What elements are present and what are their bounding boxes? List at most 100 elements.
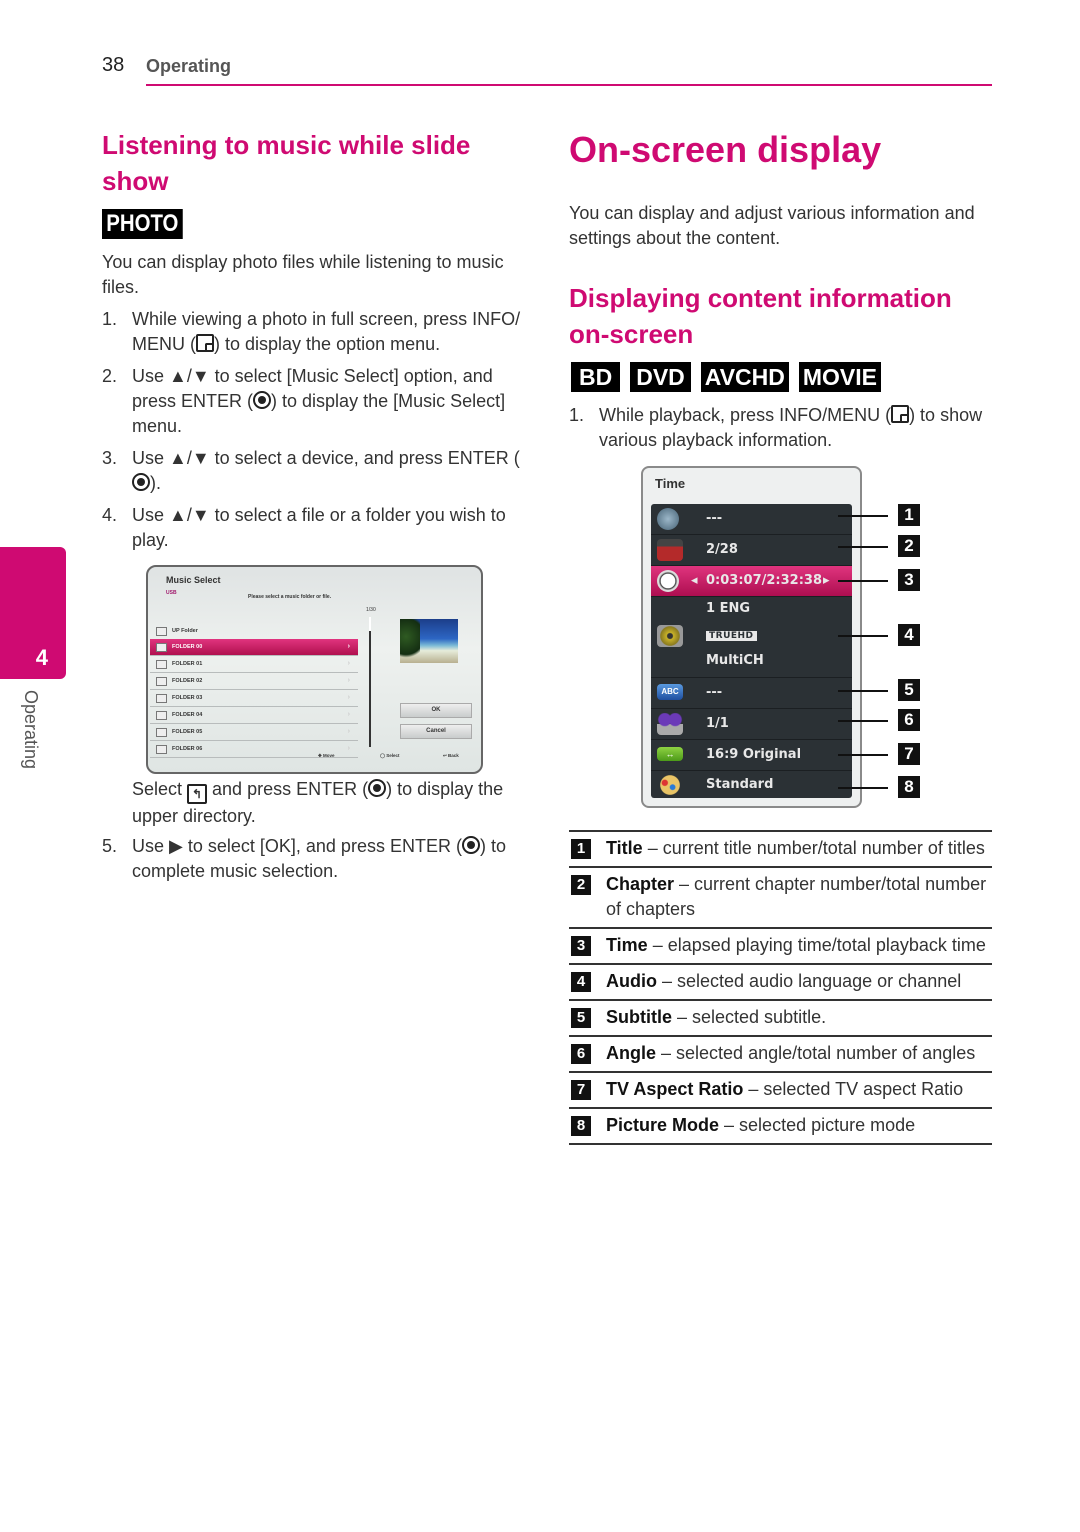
disc-type-badges: BD DVD AVCHD MOVIE bbox=[571, 362, 881, 392]
callout-line-5 bbox=[838, 690, 888, 692]
osd-row-subtitle[interactable]: ABC --- bbox=[651, 678, 852, 709]
up-folder-icon: ↰ bbox=[187, 784, 208, 804]
cancel-button[interactable]: Cancel bbox=[400, 724, 472, 739]
title-disc-icon bbox=[657, 508, 679, 530]
music-folder-icon bbox=[156, 694, 167, 703]
music-folder-icon bbox=[156, 677, 167, 686]
callout-line-2 bbox=[838, 546, 888, 548]
osd-screen: Time --- 2/28 ◂ 0:03:07/2:32:38 ▸ 1 ENG … bbox=[641, 466, 862, 808]
enter-icon bbox=[368, 779, 387, 797]
callout-8: 8 bbox=[898, 776, 920, 798]
callout-line-8 bbox=[838, 787, 888, 789]
osd-row-title[interactable]: --- bbox=[651, 504, 852, 535]
legend-row: 5 Subtitle – selected subtitle. bbox=[569, 999, 992, 1035]
callout-line-3 bbox=[838, 580, 888, 582]
folder-item[interactable]: FOLDER 04 › bbox=[150, 707, 358, 724]
folder-item[interactable]: FOLDER 00 › bbox=[150, 639, 358, 656]
step-1: 1. While viewing a photo in full screen, … bbox=[102, 309, 521, 354]
step-4: 4. Use ▲/▼ to select a file or a folder y… bbox=[102, 505, 506, 550]
up-folder-item[interactable]: UP Folder bbox=[150, 623, 358, 639]
callout-3: 3 bbox=[898, 569, 920, 591]
on-screen-intro: You can display and adjust various infor… bbox=[569, 203, 975, 248]
item-count: 1/30 bbox=[366, 607, 376, 613]
osd-row-picture-mode[interactable]: Standard bbox=[651, 771, 852, 798]
photo-thumbnail bbox=[400, 619, 458, 663]
header-rule bbox=[146, 84, 992, 86]
callout-5: 5 bbox=[898, 679, 920, 701]
legend-row: 7 TV Aspect Ratio – selected TV aspect Ra… bbox=[569, 1071, 992, 1107]
callout-line-1 bbox=[838, 515, 888, 517]
folder-item[interactable]: FOLDER 03 › bbox=[150, 690, 358, 707]
osd-row-audio[interactable]: 1 ENG TRUEHD MultiCH bbox=[651, 597, 852, 678]
callout-1: 1 bbox=[898, 504, 920, 526]
chapter-clapper-icon bbox=[657, 539, 683, 561]
footer-move: ✥ Move bbox=[318, 753, 335, 758]
music-folder-icon bbox=[156, 643, 167, 652]
chevron-right-icon: › bbox=[347, 660, 350, 667]
clock-icon bbox=[657, 570, 679, 592]
subtitle-abc-icon: ABC bbox=[657, 684, 683, 700]
scrollbar[interactable] bbox=[369, 617, 371, 747]
page-number: 38 bbox=[102, 54, 125, 76]
scrollbar-thumb[interactable] bbox=[369, 617, 371, 631]
music-select-title: Music Select bbox=[166, 575, 221, 585]
osd-row-time[interactable]: ◂ 0:03:07/2:32:38 ▸ bbox=[651, 566, 852, 597]
chapter-tab: 4 bbox=[0, 547, 66, 679]
badge-avchd: AVCHD bbox=[700, 362, 789, 392]
step-2: 2. Use ▲/▼ to select [Music Select] optio… bbox=[102, 366, 506, 436]
chapter-number: 4 bbox=[35, 645, 48, 670]
enter-icon bbox=[461, 836, 480, 854]
callout-line-4 bbox=[838, 635, 888, 637]
photo-badge: PHOTO bbox=[102, 209, 197, 239]
music-slideshow-intro: You can display photo files while listen… bbox=[102, 252, 504, 297]
step-5: 5. Use ▶ to select [OK], and press ENTER … bbox=[102, 836, 506, 881]
badge-bd: BD bbox=[571, 362, 621, 392]
ok-button[interactable]: OK bbox=[400, 703, 472, 718]
osd-row-chapter[interactable]: 2/28 bbox=[651, 535, 852, 566]
footer-back: ↩ Back bbox=[443, 753, 459, 758]
enter-icon bbox=[132, 473, 150, 491]
folder-list: UP Folder FOLDER 00 › FOLDER 01 › FOLDER 0… bbox=[150, 623, 358, 758]
music-folder-icon bbox=[156, 660, 167, 669]
step-1: 1. While playback, press INFO/MENU () to … bbox=[569, 405, 983, 450]
callout-4: 4 bbox=[898, 624, 920, 646]
photo-badge-label: PHOTO bbox=[102, 209, 183, 239]
badge-movie: MOVIE bbox=[798, 362, 881, 392]
osd-panel: --- 2/28 ◂ 0:03:07/2:32:38 ▸ 1 ENG TRUEH… bbox=[651, 504, 852, 798]
chevron-right-icon: › bbox=[347, 711, 350, 718]
right-arrow-icon[interactable]: ▸ bbox=[823, 573, 830, 588]
footer-select: ◯ Select bbox=[380, 753, 400, 758]
folder-item[interactable]: FOLDER 05 › bbox=[150, 724, 358, 741]
chevron-right-icon: › bbox=[347, 728, 350, 735]
page-title-on-screen-display: On-screen display bbox=[569, 129, 882, 170]
info-menu-icon bbox=[891, 405, 910, 423]
music-slideshow-steps: 1. While viewing a photo in full screen, … bbox=[102, 307, 532, 560]
osd-row-aspect[interactable]: ↔ 16:9 Original bbox=[651, 740, 852, 771]
speaker-icon bbox=[657, 625, 683, 647]
osd-legend: 1 Title – current title number/total numb… bbox=[569, 830, 992, 1145]
left-arrow-icon[interactable]: ◂ bbox=[691, 573, 698, 588]
callout-6: 6 bbox=[898, 709, 920, 731]
up-folder-note: Select ↰ and press ENTER () to display t… bbox=[132, 779, 504, 826]
callout-line-7 bbox=[838, 754, 888, 756]
callout-2: 2 bbox=[898, 535, 920, 557]
legend-row: 1 Title – current title number/total numb… bbox=[569, 830, 992, 866]
osd-header: Time bbox=[655, 476, 686, 491]
folder-item[interactable]: FOLDER 02 › bbox=[150, 673, 358, 690]
chevron-right-icon: › bbox=[347, 694, 350, 701]
music-select-screen: Music Select USB Please select a music f… bbox=[146, 565, 483, 774]
dolby-truehd-logo: TRUEHD bbox=[706, 631, 757, 641]
osd-row-angle[interactable]: 1/1 bbox=[651, 709, 852, 740]
folder-item[interactable]: FOLDER 01 › bbox=[150, 656, 358, 673]
device-label: USB bbox=[166, 590, 177, 596]
music-select-prompt: Please select a music folder or file. bbox=[248, 594, 332, 600]
chevron-right-icon: › bbox=[347, 677, 350, 684]
music-folder-icon bbox=[156, 711, 167, 720]
info-menu-icon bbox=[196, 334, 214, 352]
chapter-label: Operating bbox=[21, 690, 41, 770]
chevron-right-icon: › bbox=[347, 745, 350, 752]
callout-line-6 bbox=[838, 720, 888, 722]
section-title-music-slideshow: Listening to music while slide show bbox=[102, 130, 471, 196]
legend-row: 2 Chapter – current chapter number/total … bbox=[569, 866, 992, 927]
step-3: 3. Use ▲/▼ to select a device, and press … bbox=[102, 448, 520, 493]
